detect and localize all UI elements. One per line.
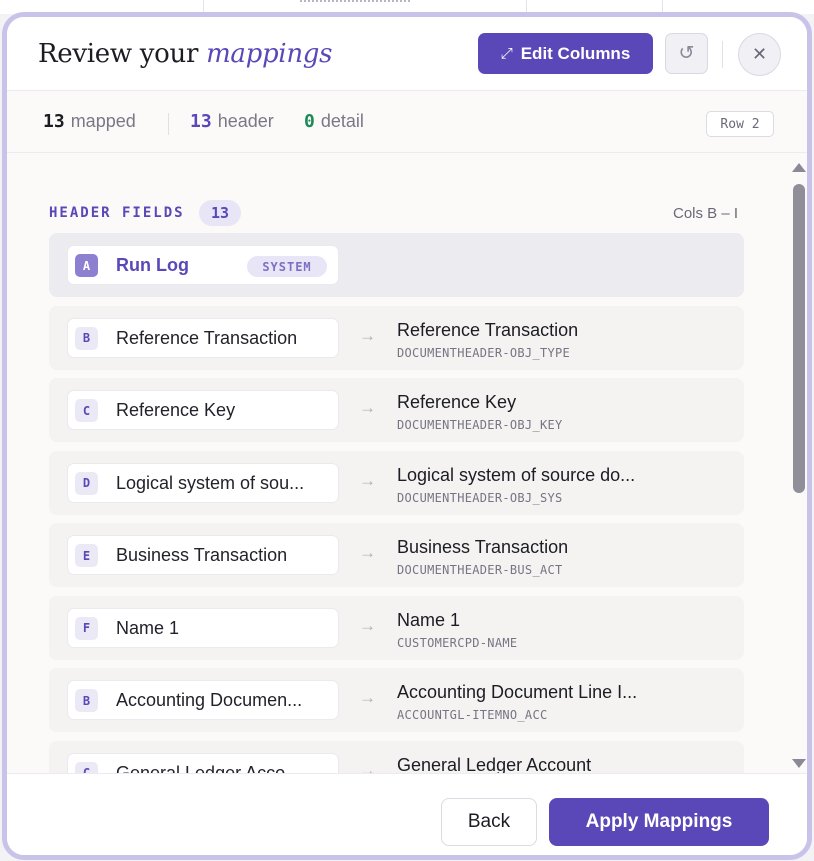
review-mappings-modal: Review your mappings ⤢ Edit Columns ↺ ✕ … [2,12,812,860]
stat-divider [168,113,169,135]
target-label: Logical system of source do... [397,464,636,485]
target-code: ACCOUNTGL-ITEMNO_ACC [397,708,548,722]
mapping-row[interactable]: E Business Transaction → Business Transa… [49,523,744,587]
arrow-right-icon: → [359,688,376,707]
expand-arrows-icon: ⤢ [500,45,513,62]
columns-range: Cols B – I [673,205,739,222]
source-column[interactable]: A Run Log SYSTEM [67,245,339,285]
modal-title: Review your mappings [38,39,332,69]
scroll-down-arrow[interactable] [792,759,806,768]
source-column[interactable]: C General Ledger Acco... [67,752,339,774]
modal-footer: Back Apply Mappings [7,773,807,855]
stat-detail-label: detail [320,111,364,131]
arrow-right-icon: → [359,543,376,562]
target-label: Reference Key [397,392,517,412]
stat-mapped: 13 mapped [43,111,136,132]
mapping-row[interactable]: D Logical system of sou... → Logical sys… [49,450,744,515]
arrow-right-icon: → [359,760,376,774]
stat-header: 13 header [190,111,274,132]
reset-button[interactable]: ↺ [665,33,708,74]
row-indicator: Row 2 [706,111,774,137]
target-label: Business Transaction [397,537,569,557]
source-column[interactable]: E Business Transaction [67,535,339,575]
mapping-row[interactable]: C Reference Key → Reference Key DOCUMENT… [49,378,744,442]
source-label: Reference Transaction [116,327,298,348]
mappings-scroll-area[interactable]: HEADER FIELDS 13 Cols B – I A Run Log SY… [7,153,807,773]
target-code: CUSTOMERCPD-NAME [397,635,518,650]
column-letter: C [75,761,98,773]
column-letter: F [75,616,98,640]
section-label: HEADER FIELDS [49,205,185,221]
stat-header-count: 13 [190,111,212,132]
source-column[interactable]: B Reference Transaction [67,317,339,358]
source-label: General Ledger Acco... [116,762,301,774]
mapping-row[interactable]: B Reference Transaction → Reference Tran… [49,305,744,370]
stat-header-label: header [217,111,274,131]
apply-mappings-button[interactable]: Apply Mappings [549,798,769,846]
close-button[interactable]: ✕ [738,33,781,76]
arrow-right-icon: → [359,470,376,490]
arrow-right-icon: → [359,398,376,417]
column-letter: A [75,254,98,277]
target-label: General Ledger Account [397,754,592,774]
source-label: Name 1 [116,617,180,638]
source-label: Business Transaction [116,545,288,565]
source-label: Reference Key [116,400,236,420]
edit-columns-label: Edit Columns [520,43,631,63]
source-column[interactable]: B Accounting Documen... [67,680,339,720]
source-label: Logical system of sou... [116,472,305,493]
stat-detail: 0 detail [304,111,364,132]
back-button[interactable]: Back [441,798,537,846]
mapping-row[interactable]: C General Ledger Acco... → General Ledge… [49,740,744,774]
mapping-row[interactable]: F Name 1 → Name 1 CUSTOMERCPD-NAME [49,595,744,660]
modal-header: Review your mappings ⤢ Edit Columns ↺ ✕ [7,17,807,91]
target-code: DOCUMENTHEADER-OBJ_TYPE [397,345,571,360]
title-text: Review your [38,39,207,69]
scrollbar-thumb[interactable] [793,184,805,493]
target-code: DOCUMENTHEADER-OBJ_SYS [397,490,563,505]
column-letter: C [75,399,98,422]
background-fragment [300,0,410,6]
title-accent: mappings [206,39,333,69]
source-label: Accounting Documen... [116,690,303,710]
mapping-list: A Run Log SYSTEM B Reference Transaction… [49,233,744,773]
stat-detail-count: 0 [304,111,315,132]
system-badge: SYSTEM [247,256,327,277]
edit-columns-button[interactable]: ⤢ Edit Columns [478,33,653,74]
mapping-row[interactable]: B Accounting Documen... → Accounting Doc… [49,668,744,732]
close-icon: ✕ [751,44,768,64]
arrow-right-icon: → [359,325,376,345]
scroll-up-arrow[interactable] [792,163,806,172]
source-column[interactable]: F Name 1 [67,607,339,648]
target-code: DOCUMENTHEADER-BUS_ACT [397,563,563,577]
undo-icon: ↺ [678,43,695,64]
target-code: DOCUMENTHEADER-OBJ_KEY [397,418,563,432]
section-count-badge: 13 [199,200,241,226]
column-letter: E [75,544,98,567]
source-column[interactable]: C Reference Key [67,390,339,430]
arrow-right-icon: → [359,615,376,635]
stats-bar: 13 mapped 13 header 0 detail Row 2 [7,91,807,153]
header-divider [722,41,723,68]
target-label: Reference Transaction [397,319,579,340]
stat-mapped-count: 13 [43,111,65,132]
stat-mapped-label: mapped [70,111,136,131]
column-letter: B [75,326,98,350]
source-column[interactable]: D Logical system of sou... [67,462,339,503]
column-letter: D [75,471,98,495]
target-label: Name 1 [397,609,461,630]
column-letter: B [75,689,98,712]
mapping-row-system[interactable]: A Run Log SYSTEM [49,233,744,297]
target-label: Accounting Document Line I... [397,682,638,702]
